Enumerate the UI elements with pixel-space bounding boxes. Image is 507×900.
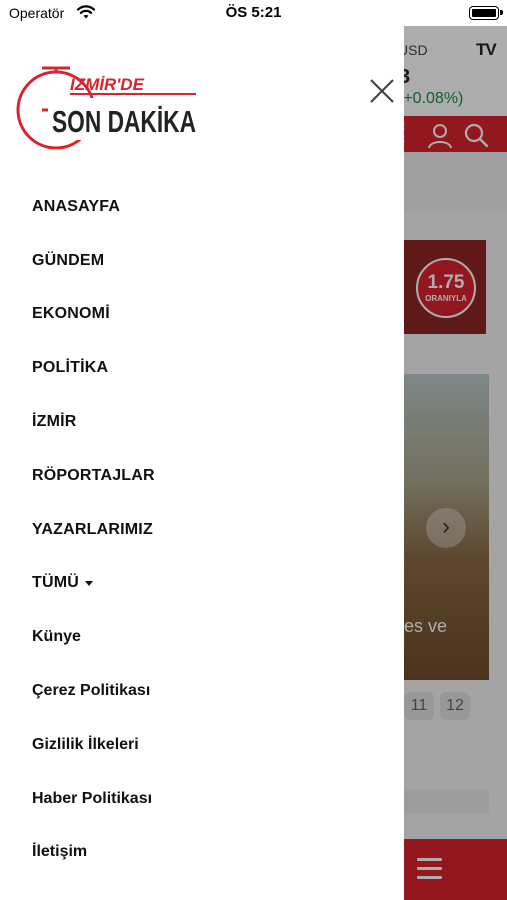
svg-text:İZMİR'DE: İZMİR'DE (70, 75, 145, 94)
close-icon[interactable] (367, 76, 397, 106)
menu-item-ekonomi[interactable]: EKONOMİ (32, 288, 155, 342)
menu-item-iletisim[interactable]: İletişim (32, 826, 155, 880)
menu-item-haber-politikasi[interactable]: Haber Politikası (32, 772, 155, 826)
menu-item-gizlilik-ilkeleri[interactable]: Gizlilik İlkeleri (32, 718, 155, 772)
menu-item-politika[interactable]: POLİTİKA (32, 341, 155, 395)
menu-item-kunye[interactable]: Künye (32, 610, 155, 664)
battery-icon (469, 6, 503, 20)
navigation-drawer: İZMİR'DE SON DAKİKA ANASAYFA GÜNDEM EKON… (0, 26, 404, 900)
menu-item-cerez-politikasi[interactable]: Çerez Politikası (32, 664, 155, 718)
svg-text:SON DAKİKA: SON DAKİKA (52, 104, 196, 139)
drawer-menu: ANASAYFA GÜNDEM EKONOMİ POLİTİKA İZMİR R… (32, 180, 155, 879)
menu-item-gundem[interactable]: GÜNDEM (32, 234, 155, 288)
menu-item-izmir[interactable]: İZMİR (32, 395, 155, 449)
status-time: ÖS 5:21 (225, 4, 282, 21)
status-bar: Operatör ÖS 5:21 (0, 0, 507, 26)
caret-down-icon (85, 581, 94, 587)
menu-item-yazarlarimiz[interactable]: YAZARLARIMIZ (32, 503, 155, 557)
menu-item-tumu[interactable]: TÜMÜ (32, 557, 155, 611)
menu-item-roportajlar[interactable]: RÖPORTAJLAR (32, 449, 155, 503)
menu-item-anasayfa[interactable]: ANASAYFA (32, 180, 155, 234)
site-logo[interactable]: İZMİR'DE SON DAKİKA (12, 50, 202, 154)
